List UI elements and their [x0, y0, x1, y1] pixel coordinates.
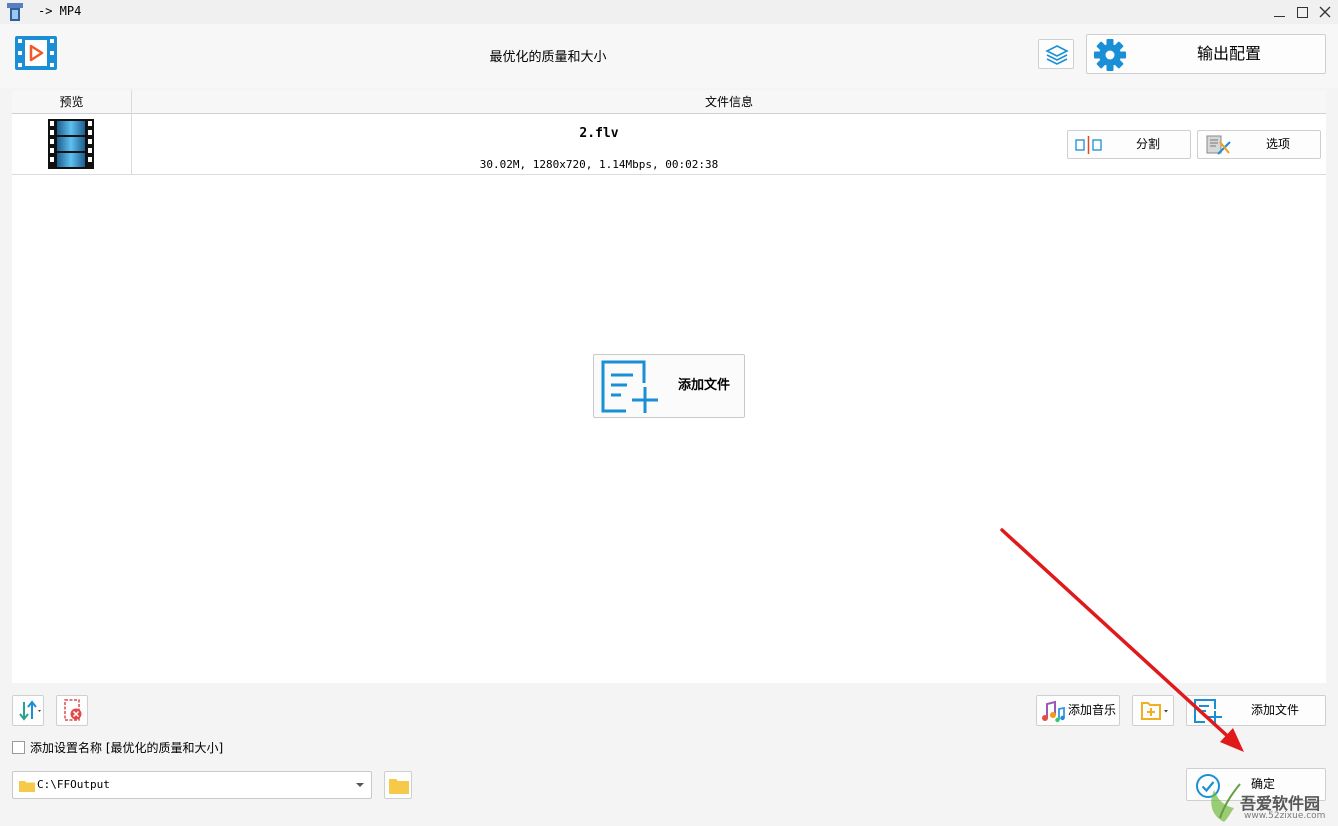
chevron-down-icon	[356, 783, 364, 787]
film-strip-icon	[48, 119, 94, 169]
file-info: 30.02M, 1280x720, 1.14Mbps, 00:02:38	[479, 158, 719, 171]
layers-button[interactable]	[1038, 39, 1074, 69]
options-label: 选项	[1265, 137, 1290, 151]
browse-folder-button[interactable]	[384, 771, 412, 799]
close-button[interactable]	[1314, 2, 1336, 22]
annotation-arrow	[1000, 528, 1244, 752]
delete-button[interactable]	[56, 695, 88, 726]
close-icon	[1319, 6, 1331, 18]
minimize-button[interactable]	[1268, 2, 1290, 22]
split-button[interactable]: 分割	[1067, 130, 1191, 159]
window-title: -> MP4	[38, 4, 82, 18]
output-path-dropdown[interactable]: C:\FFOutput	[12, 771, 372, 799]
options-icon	[1206, 135, 1231, 155]
table-header: 预览 文件信息	[12, 90, 1326, 114]
layers-icon	[1045, 45, 1069, 65]
column-header-file-info: 文件信息	[704, 95, 753, 109]
output-config-label: 输出配置	[1196, 44, 1261, 63]
gear-icon	[1094, 39, 1126, 71]
folder-icon	[19, 781, 35, 792]
file-name: 2.flv	[579, 126, 619, 141]
toolbar: 最优化的质量和大小 输出配置	[0, 24, 1338, 88]
preset-title: 最优化的质量和大小	[489, 50, 607, 65]
split-icon	[1075, 136, 1102, 154]
add-file-icon	[601, 360, 658, 413]
minimize-icon	[1273, 15, 1285, 17]
table-row[interactable]: 2.flv 30.02M, 1280x720, 1.14Mbps, 00:02:…	[12, 114, 1326, 175]
column-header-preview: 预览	[59, 95, 84, 109]
add-setting-name-checkbox[interactable]	[12, 741, 25, 754]
sort-button[interactable]	[12, 695, 44, 726]
title-bar: -> MP4	[0, 0, 1338, 24]
folder-icon	[389, 779, 409, 794]
center-add-file-label: 添加文件	[677, 378, 730, 393]
maximize-icon	[1296, 6, 1308, 18]
maximize-button[interactable]	[1291, 2, 1313, 22]
output-config-button[interactable]: 输出配置	[1086, 34, 1326, 74]
center-add-file-button[interactable]: 添加文件	[593, 354, 745, 418]
window-app-icon	[6, 2, 24, 22]
watermark-logo	[1211, 783, 1241, 822]
add-setting-name-label: 添加设置名称 [最优化的质量和大小]	[30, 741, 224, 755]
delete-icon	[64, 699, 82, 721]
split-label: 分割	[1135, 137, 1160, 151]
output-path-value: C:\FFOutput	[37, 778, 110, 791]
watermark: 吾爱软件园 www.52zixue.com	[1200, 772, 1338, 826]
watermark-site-url: www.52zixue.com	[1244, 811, 1326, 821]
sort-icon	[19, 700, 41, 721]
options-button[interactable]: 选项	[1197, 130, 1321, 159]
